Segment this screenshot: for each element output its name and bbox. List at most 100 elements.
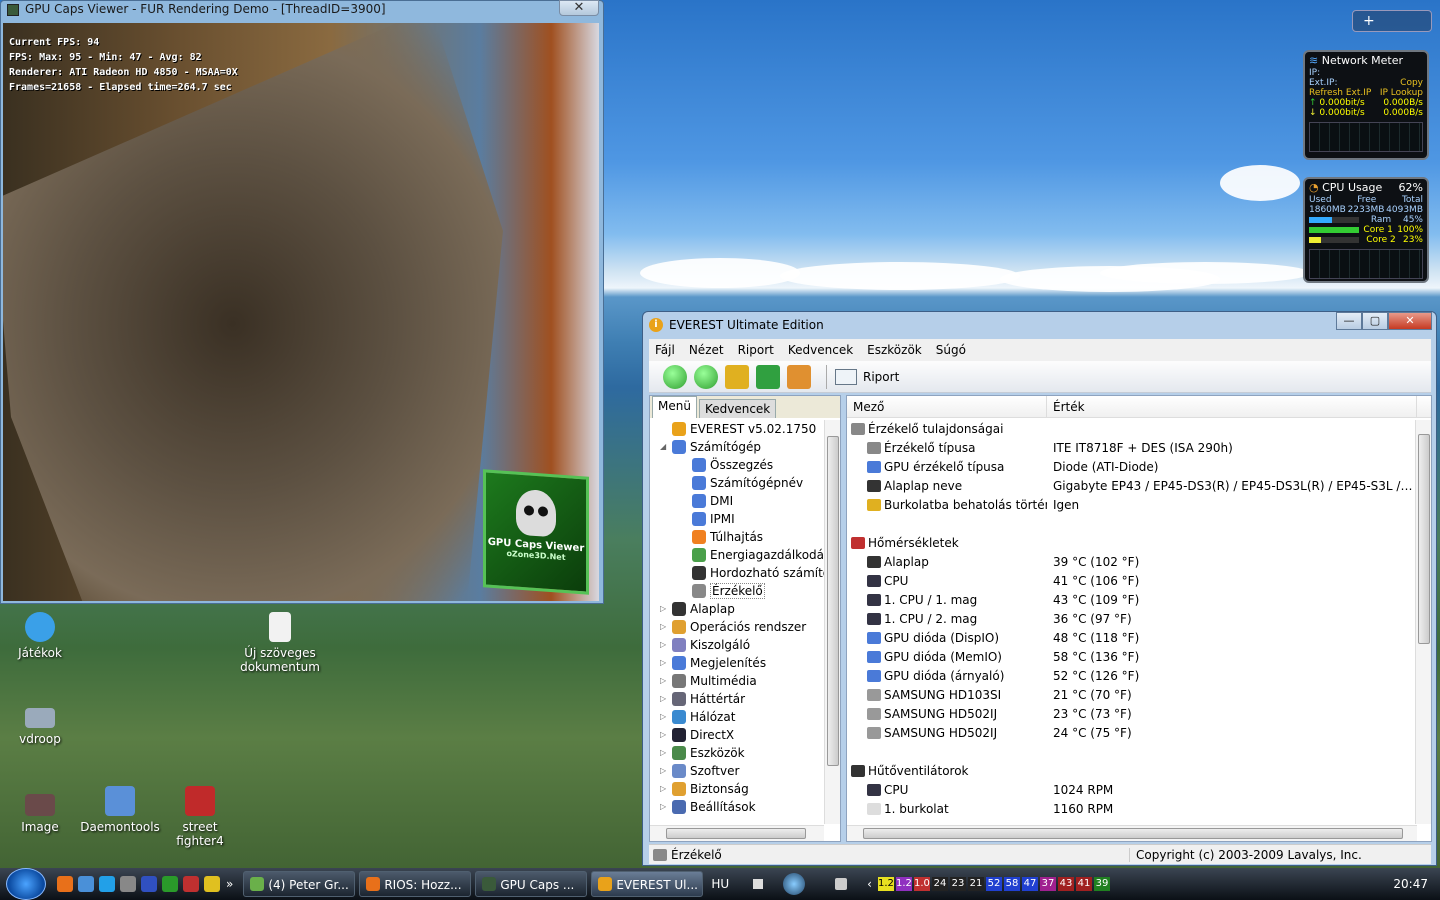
- scroll-thumb[interactable]: [666, 828, 806, 839]
- desktop-icon-image[interactable]: Image: [0, 794, 80, 834]
- scroll-thumb[interactable]: [863, 828, 1403, 839]
- app-icon[interactable]: [162, 876, 178, 892]
- tray-sensor-value[interactable]: 37: [1039, 877, 1056, 891]
- tree-item[interactable]: Összegzés: [650, 456, 824, 474]
- sensor-row[interactable]: Hőmérsékletek: [847, 534, 1417, 553]
- expand-icon[interactable]: ▷: [660, 690, 666, 708]
- gpu-window-titlebar[interactable]: GPU Caps Viewer - FUR Rendering Demo - […: [1, 0, 603, 19]
- tab-favorites[interactable]: Kedvencek: [698, 399, 777, 418]
- sensor-row[interactable]: GPU dióda (DispIO) 48 °C (118 °F): [847, 629, 1417, 648]
- scroll-thumb[interactable]: [827, 436, 839, 766]
- skype-icon[interactable]: [99, 876, 115, 892]
- tree-item[interactable]: EVEREST v5.02.1750: [650, 420, 824, 438]
- sensor-row[interactable]: SAMSUNG HD502IJ 24 °C (75 °F): [847, 724, 1417, 743]
- tree-item[interactable]: ▷ Megjelenítés: [650, 654, 824, 672]
- tree-item[interactable]: Hordozható számító: [650, 564, 824, 582]
- users-icon[interactable]: [787, 364, 811, 389]
- tree-vertical-scrollbar[interactable]: [824, 420, 840, 824]
- desktop-icon-new-text-document[interactable]: Új szöveges dokumentum: [240, 612, 320, 674]
- taskbar-button[interactable]: (4) Peter Gr...: [243, 871, 356, 897]
- tree-item[interactable]: Energiagazdálkodás: [650, 546, 824, 564]
- tree-item[interactable]: ▷ Eszközök: [650, 744, 824, 762]
- tray-sensor-value[interactable]: 58: [1003, 877, 1020, 891]
- tree-item[interactable]: ▷ Szoftver: [650, 762, 824, 780]
- tray-sensor-value[interactable]: 1.2: [895, 877, 912, 891]
- menu-help[interactable]: Súgó: [936, 343, 966, 357]
- copy-link[interactable]: Copy: [1400, 78, 1423, 88]
- menu-report[interactable]: Riport: [738, 343, 774, 357]
- sensor-row[interactable]: Hűtőventilátorok: [847, 762, 1417, 781]
- quick-launch-chevron[interactable]: »: [226, 877, 233, 891]
- menu-tools[interactable]: Eszközök: [867, 343, 922, 357]
- sensor-row[interactable]: CPU 1024 RPM: [847, 781, 1417, 800]
- desktop-icon-vdroop[interactable]: vdroop: [0, 708, 80, 746]
- tray-expand-icon[interactable]: ‹: [867, 877, 872, 891]
- taskbar-button[interactable]: RIOS: Hozz...: [359, 871, 472, 897]
- tree-item[interactable]: IPMI: [650, 510, 824, 528]
- sensor-row[interactable]: GPU dióda (MemIO) 58 °C (136 °F): [847, 648, 1417, 667]
- tray-sensor-value[interactable]: 47: [1021, 877, 1038, 891]
- details-vertical-scrollbar[interactable]: [1415, 420, 1431, 824]
- column-value[interactable]: Érték: [1047, 396, 1417, 417]
- minimize-button[interactable]: —: [1336, 312, 1362, 330]
- tree-item[interactable]: ▷ Alaplap: [650, 600, 824, 618]
- gpu-caps-window[interactable]: GPU Caps Viewer - FUR Rendering Demo - […: [0, 0, 604, 604]
- everest-titlebar[interactable]: i EVEREST Ultimate Edition — ▢ ✕: [643, 312, 1436, 338]
- tree-horizontal-scrollbar[interactable]: [650, 825, 824, 841]
- details-horizontal-scrollbar[interactable]: [847, 825, 1417, 841]
- sensor-row[interactable]: CPU 41 °C (106 °F): [847, 572, 1417, 591]
- expand-icon[interactable]: ▷: [660, 762, 666, 780]
- tree-item[interactable]: ▷ DirectX: [650, 726, 824, 744]
- tray-sensor-value[interactable]: 1.2: [877, 877, 894, 891]
- tree-item[interactable]: ▷ Biztonság: [650, 780, 824, 798]
- sensor-row[interactable]: Érzékelő tulajdonságai: [847, 420, 1417, 439]
- expand-icon[interactable]: ▷: [660, 654, 666, 672]
- record-icon[interactable]: [183, 876, 199, 892]
- report-button[interactable]: Riport: [835, 368, 899, 385]
- save-icon[interactable]: [141, 876, 157, 892]
- stop-icon[interactable]: [753, 879, 764, 889]
- refresh-ext-ip-link[interactable]: Refresh Ext.IP: [1309, 88, 1371, 98]
- sensor-row[interactable]: [847, 743, 1417, 762]
- tray-sensor-value[interactable]: 39: [1093, 877, 1110, 891]
- sensor-row[interactable]: Burkolatba behatolás történt Igen: [847, 496, 1417, 515]
- tray-sensor-value[interactable]: 43: [1057, 877, 1074, 891]
- steam-icon[interactable]: [120, 876, 136, 892]
- back-arrow-icon[interactable]: [663, 364, 687, 389]
- tree-item[interactable]: ▷ Háttértár: [650, 690, 824, 708]
- desktop-icon-games[interactable]: Játékok: [0, 612, 80, 660]
- close-button[interactable]: ✕: [1388, 312, 1432, 330]
- up-folder-icon[interactable]: [725, 364, 749, 389]
- tab-menu[interactable]: Menü: [652, 396, 697, 418]
- language-indicator[interactable]: HU: [711, 877, 729, 891]
- taskbar-button[interactable]: EVEREST Ul...: [591, 871, 704, 897]
- tree-item[interactable]: ▷ Kiszolgáló: [650, 636, 824, 654]
- expand-icon[interactable]: ▷: [660, 744, 666, 762]
- tray-sensor-value[interactable]: 41: [1075, 877, 1092, 891]
- tray-sensor-value[interactable]: 23: [949, 877, 966, 891]
- refresh-icon[interactable]: [756, 364, 780, 389]
- expand-icon[interactable]: ▷: [660, 636, 666, 654]
- expand-icon[interactable]: ▷: [660, 726, 666, 744]
- expand-icon[interactable]: ▷: [660, 798, 666, 816]
- expand-icon[interactable]: ▷: [660, 618, 666, 636]
- sensor-row[interactable]: Érzékelő típusa ITE IT8718F + DES (ISA 29…: [847, 439, 1417, 458]
- firefox-icon[interactable]: [57, 876, 73, 892]
- warning-icon[interactable]: [204, 876, 220, 892]
- expand-icon[interactable]: ▷: [660, 708, 666, 726]
- taskbar-button[interactable]: GPU Caps ...: [475, 871, 588, 897]
- expand-icon[interactable]: ▷: [660, 600, 666, 618]
- menu-file[interactable]: Fájl: [655, 343, 675, 357]
- network-meter-gadget[interactable]: ≋ Network Meter IP: Ext.IP: Copy Refresh …: [1303, 50, 1429, 160]
- tree-item[interactable]: ▷ Beállítások: [650, 798, 824, 816]
- volume-icon[interactable]: [835, 878, 848, 890]
- play-pause-icon[interactable]: [783, 873, 806, 895]
- tray-sensor-value[interactable]: 1.0: [913, 877, 930, 891]
- tree-item[interactable]: Túlhajtás: [650, 528, 824, 546]
- everest-window[interactable]: i EVEREST Ultimate Edition — ▢ ✕ Fájl Né…: [642, 311, 1437, 866]
- scroll-thumb[interactable]: [1418, 434, 1430, 644]
- tree-item[interactable]: Számítógépnév: [650, 474, 824, 492]
- sensor-row[interactable]: 1. CPU / 1. mag 43 °C (109 °F): [847, 591, 1417, 610]
- forward-arrow-icon[interactable]: [694, 364, 718, 389]
- mail-icon[interactable]: [78, 876, 94, 892]
